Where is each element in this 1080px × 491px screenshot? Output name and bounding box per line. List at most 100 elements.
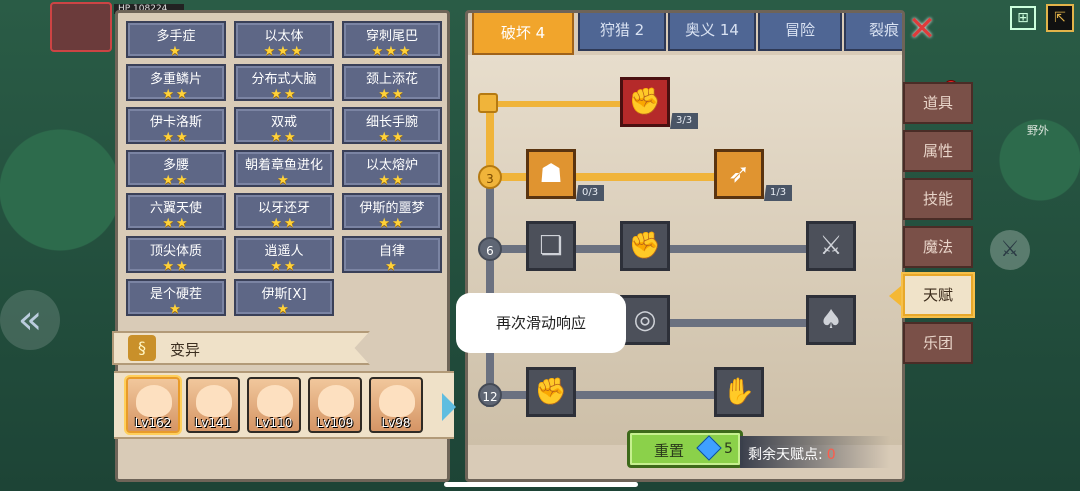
trait-card[interactable]: 伊斯[X] ★ [234,279,334,317]
star-rating: ★ [385,259,399,274]
trait-card[interactable]: 以太熔炉 ★★ [342,150,442,188]
trait-name: 分布式大脑 [251,72,317,87]
trait-card[interactable]: 多重鳞片 ★★ [126,64,226,102]
star-rating: ★★★ [371,44,413,59]
trait-card[interactable]: 颈上添花 ★★ [342,64,442,102]
hero-portrait[interactable]: Lv110 [247,377,301,433]
ripple-talent-node[interactable]: ◎ [620,295,670,345]
active-menu-pointer-icon [889,286,901,306]
star-rating: ★ [169,302,183,317]
trait-card[interactable]: 伊卡洛斯 ★★ [126,107,226,145]
bat-wing-talent-node[interactable]: ♠ [806,295,856,345]
tier-marker: 3 [478,165,502,189]
grip-talent-node[interactable]: ✋ [714,367,764,417]
menu-skills[interactable]: 技能 [903,178,973,220]
star-rating: ★★ [162,259,190,274]
dna-icon: § [128,335,156,361]
trait-card[interactable]: 六翼天使 ★★ [126,193,226,231]
trait-card[interactable]: 双戒 ★★ [234,107,334,145]
star-rating: ★★ [270,259,298,274]
trait-card[interactable]: 分布式大脑 ★★ [234,64,334,102]
tree-root [478,93,498,113]
tab-destroy[interactable]: 破坏 4 [472,13,574,55]
trait-card[interactable]: 朝着章鱼进化 ★ [234,150,334,188]
menu-attributes[interactable]: 属性 [903,130,973,172]
menu-talent[interactable]: 天赋 [903,274,973,316]
menu-troupe[interactable]: 乐团 [903,322,973,364]
mutation-panel: 多手症 ★ 以太体 ★★★ 穿刺尾巴 ★★★ 多重鳞片 ★★ 分布式大脑 ★★ 颈上添花 ★… [112,10,456,482]
exit-icon[interactable]: ⇱ [1046,4,1074,32]
back-arrow-icon[interactable]: « [0,290,60,350]
hero-portrait[interactable]: Lv162 [126,377,180,433]
hero-level: Lv162 [134,416,172,430]
trait-name: 朝着章鱼进化 [244,158,323,173]
hero-level: Lv141 [194,416,232,430]
hero-selector: Lv162 Lv141 Lv110 Lv109 Lv98 [114,371,456,439]
tier-marker: 12 [478,383,502,407]
muscle-body-talent-node[interactable]: ☗ [526,149,576,199]
trait-card[interactable]: 顶尖体质 ★★ [126,236,226,274]
trait-name: 多手症 [156,29,196,44]
raised-fist-talent-node[interactable]: ✊ [526,367,576,417]
trait-name: 多重鳞片 [149,72,202,87]
trait-name: 是个硬茬 [149,287,202,302]
scroll-right-arrow-icon[interactable] [442,393,456,421]
talent-progress: 1/3 [764,185,793,201]
trait-name: 自律 [378,244,405,259]
menu-magic[interactable]: 魔法 [903,226,973,268]
arrow-hit-talent-node[interactable]: ➶ [714,149,764,199]
talent-tabs: 破坏 4 狩猎 2 奥义 14 冒险 裂痕 [468,13,902,55]
hero-portrait[interactable]: Lv109 [308,377,362,433]
trait-card[interactable]: 伊斯的噩梦 ★★ [342,193,442,231]
fist-talent-node[interactable]: ✊ [620,221,670,271]
diamond-icon [696,435,722,461]
trait-name: 多腰 [162,158,189,173]
star-rating: ★★ [378,216,406,231]
star-rating: ★★ [162,130,190,145]
network-icon[interactable]: ⊞ [1010,6,1036,30]
trait-card[interactable]: 自律 ★ [342,236,442,274]
trait-name: 双戒 [270,115,297,130]
close-icon[interactable]: ✕ [905,12,939,46]
handshake-talent-node[interactable]: ✊ [620,77,670,127]
trait-card[interactable]: 逍遥人 ★★ [234,236,334,274]
menu-items[interactable]: 道具 [903,82,973,124]
trait-card[interactable]: 多腰 ★★ [126,150,226,188]
trait-card[interactable]: 以牙还牙 ★★ [234,193,334,231]
trait-name: 逍遥人 [264,244,304,259]
trait-card[interactable]: 是个硬茬 ★ [126,279,226,317]
trait-name: 以牙还牙 [257,201,310,216]
trait-card[interactable]: 细长手腕 ★★ [342,107,442,145]
trait-card[interactable]: 多手症 ★ [126,21,226,59]
hero-face [257,385,293,417]
trait-name: 以太体 [264,29,304,44]
player-avatar[interactable]: HP 108224 [50,2,184,52]
tree-connector [490,101,624,107]
star-rating: ★ [277,302,291,317]
trait-card[interactable]: 以太体 ★★★ [234,21,334,59]
trait-card[interactable]: 穿刺尾巴 ★★★ [342,21,442,59]
hero-portrait[interactable]: Lv141 [186,377,240,433]
home-indicator [444,482,638,487]
shield-cards-talent-node[interactable]: ❏ [526,221,576,271]
hero-portrait[interactable]: Lv98 [369,377,423,433]
tab-arcane[interactable]: 奥义 14 [668,13,756,51]
trait-name: 穿刺尾巴 [365,29,418,44]
spear-talent-node[interactable]: ⚔ [806,221,856,271]
reset-talents-button[interactable]: 重置 5 [627,430,743,468]
hero-face [379,385,415,417]
hero-face [136,385,172,417]
trait-name: 六翼天使 [149,201,202,216]
talent-tree: 3 6 12 ✊ 3/3 ☗ 0/3 ➶ 1/3 ❏ ✊ ⚔ ◎ ♠ ✊ ✋ [468,55,902,445]
sword-icon[interactable]: ⚔ [990,230,1030,270]
tab-rift[interactable]: 裂痕 [844,13,902,51]
trait-name: 伊卡洛斯 [149,115,202,130]
trait-name: 伊斯[X] [261,287,307,302]
star-rating: ★★ [162,216,190,231]
trait-grid: 多手症 ★ 以太体 ★★★ 穿刺尾巴 ★★★ 多重鳞片 ★★ 分布式大脑 ★★ 颈上添花 ★… [126,21,442,317]
hero-face [318,385,354,417]
star-rating: ★★ [378,87,406,102]
star-rating: ★ [277,173,291,188]
tab-adventure[interactable]: 冒险 [758,13,842,51]
tab-hunt[interactable]: 狩猎 2 [578,13,666,51]
